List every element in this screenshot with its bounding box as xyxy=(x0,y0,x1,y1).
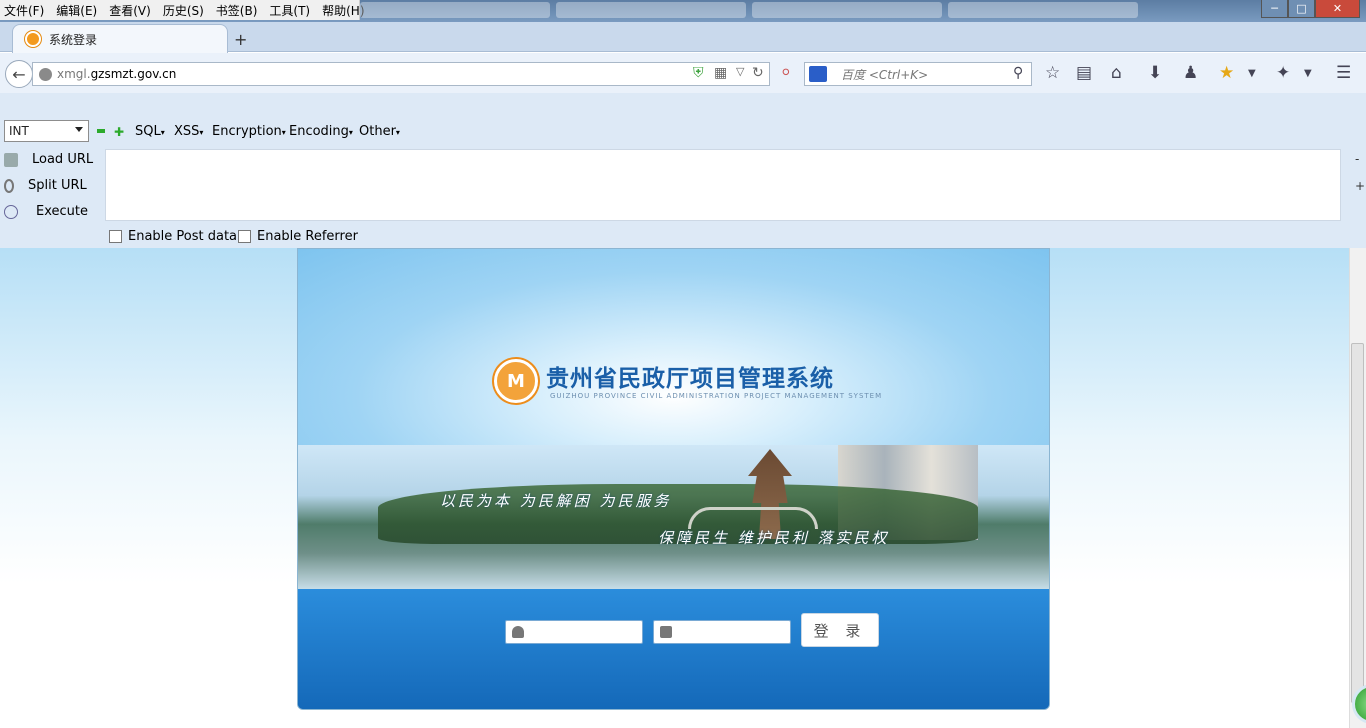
search-placeholder: 百度 <Ctrl+K> xyxy=(841,67,929,82)
type-select-value: INT xyxy=(9,124,29,138)
addon-star-icon[interactable]: ★ xyxy=(1219,63,1234,83)
background-tabs xyxy=(360,2,1240,20)
split-url-label: Split URL xyxy=(28,178,87,193)
menu-label: XSS xyxy=(174,124,200,139)
baidu-engine-icon[interactable] xyxy=(809,66,827,82)
menu-help[interactable]: 帮助(H) xyxy=(322,2,364,19)
menu-label: SQL xyxy=(135,124,161,139)
split-url-button[interactable]: Split URL xyxy=(4,178,87,193)
menu-edit[interactable]: 编辑(E) xyxy=(56,2,97,19)
decrease-icon[interactable] xyxy=(97,129,105,133)
chevron-down-icon[interactable]: ▼ xyxy=(1248,68,1256,79)
menu-bookmarks[interactable]: 书签(B) xyxy=(216,2,258,19)
star-icon[interactable]: ☆ xyxy=(1045,63,1060,83)
login-panel: M 贵州省民政厅项目管理系统 GUIZHOU PROVINCE CIVIL AD… xyxy=(297,248,1050,710)
site-favicon-icon xyxy=(25,31,41,47)
slogan-bottom: 保障民生 维护民利 落实民权 xyxy=(658,529,890,547)
search-icon[interactable]: ⚲ xyxy=(1013,65,1023,81)
login-band xyxy=(298,589,1049,709)
menu-tools[interactable]: 工具(T) xyxy=(269,2,310,19)
lock-icon xyxy=(660,626,672,638)
caret-icon: ▾ xyxy=(160,128,165,137)
increase-icon[interactable]: ✚ xyxy=(114,125,124,139)
back-arrow-icon[interactable]: ← xyxy=(5,60,33,88)
bridge-image xyxy=(688,507,818,529)
addon-block-icon[interactable]: ⚪ xyxy=(780,65,792,81)
load-url-label: Load URL xyxy=(32,152,94,167)
url-subdomain: xmgl. xyxy=(57,67,91,81)
checkbox-box[interactable] xyxy=(238,230,251,243)
addon-icon[interactable]: ✦ xyxy=(1276,63,1290,83)
execute-label: Execute xyxy=(36,204,88,219)
chevron-down-icon[interactable]: ▼ xyxy=(1304,68,1312,79)
tab-system-login[interactable]: 系统登录 xyxy=(12,24,228,53)
enable-referrer-checkbox[interactable]: Enable Referrer xyxy=(238,229,358,244)
reading-list-icon[interactable]: ▤ xyxy=(1076,63,1092,83)
url-textarea[interactable] xyxy=(105,149,1341,221)
menu-label: Encoding xyxy=(289,124,349,139)
menu-label: Other xyxy=(359,124,396,139)
caret-icon: ▾ xyxy=(199,128,204,137)
hackbar-menu-sql[interactable]: SQL▾ xyxy=(135,124,165,139)
menu-history[interactable]: 历史(S) xyxy=(163,2,204,19)
close-window-button[interactable]: ✕ xyxy=(1315,0,1360,18)
checkbox-label: Enable Post data xyxy=(128,229,238,244)
maximize-button[interactable]: □ xyxy=(1288,0,1315,18)
menu-bar: 文件(F) 编辑(E) 查看(V) 历史(S) 书签(B) 工具(T) 帮助(H… xyxy=(0,0,365,20)
url-bar[interactable]: xmgl. gzsmzt.gov.cn xyxy=(32,62,770,86)
caret-icon: ▾ xyxy=(348,128,353,137)
type-select[interactable]: INT xyxy=(4,120,89,142)
hackbar-menu-xss[interactable]: XSS▾ xyxy=(174,124,203,139)
login-button[interactable]: 登 录 xyxy=(801,613,879,647)
header-banner xyxy=(298,249,1049,445)
menu-file[interactable]: 文件(F) xyxy=(4,2,44,19)
hackbar-menu-other[interactable]: Other▾ xyxy=(359,124,400,139)
menu-label: Encryption xyxy=(212,124,282,139)
shrink-textarea-button[interactable]: - xyxy=(1355,152,1359,166)
caret-icon: ▾ xyxy=(281,128,286,137)
home-icon[interactable]: ⌂ xyxy=(1111,63,1122,83)
scrollbar-thumb[interactable] xyxy=(1351,343,1364,703)
menu-view[interactable]: 查看(V) xyxy=(109,2,151,19)
shield-icon[interactable]: ⛨ xyxy=(693,65,704,81)
url-domain: gzsmzt.gov.cn xyxy=(90,67,177,81)
caret-icon: ▾ xyxy=(395,128,400,137)
minimize-button[interactable]: ─ xyxy=(1261,0,1288,18)
slogan-top: 以民为本 为民解困 为民服务 xyxy=(440,492,672,510)
execute-icon xyxy=(4,204,18,219)
new-tab-button[interactable]: + xyxy=(234,30,247,49)
dropdown-arrow-icon[interactable]: ▽ xyxy=(736,65,744,78)
qr-icon[interactable]: ▦ xyxy=(714,65,727,81)
enable-post-data-checkbox[interactable]: Enable Post data xyxy=(109,229,237,244)
grow-textarea-button[interactable]: + xyxy=(1355,179,1365,193)
username-field[interactable] xyxy=(505,620,643,644)
globe-icon xyxy=(39,67,52,81)
password-field[interactable] xyxy=(653,620,791,644)
tab-title: 系统登录 xyxy=(49,32,98,47)
checkbox-label: Enable Referrer xyxy=(257,229,358,244)
system-title: 贵州省民政厅项目管理系统 xyxy=(546,365,834,392)
hackbar-menu-encryption[interactable]: Encryption▾ xyxy=(212,124,286,139)
menu-icon[interactable]: ☰ xyxy=(1336,63,1351,83)
split-url-icon xyxy=(4,178,14,193)
user-icon[interactable]: ♟ xyxy=(1183,63,1198,83)
execute-button[interactable]: Execute xyxy=(4,204,88,219)
load-url-button[interactable]: Load URL xyxy=(4,152,93,167)
reload-icon[interactable]: ↻ xyxy=(752,65,764,81)
search-input[interactable]: 百度 <Ctrl+K> xyxy=(804,62,1032,86)
load-url-icon xyxy=(4,152,18,167)
hackbar-menu-encoding[interactable]: Encoding▾ xyxy=(289,124,353,139)
civil-affairs-logo-icon: M xyxy=(494,359,538,403)
chevron-down-icon xyxy=(75,127,83,132)
download-icon[interactable]: ⬇ xyxy=(1148,63,1162,83)
user-icon xyxy=(512,626,524,638)
system-subtitle: GUIZHOU PROVINCE CIVIL ADMINISTRATION PR… xyxy=(550,392,883,400)
checkbox-box[interactable] xyxy=(109,230,122,243)
